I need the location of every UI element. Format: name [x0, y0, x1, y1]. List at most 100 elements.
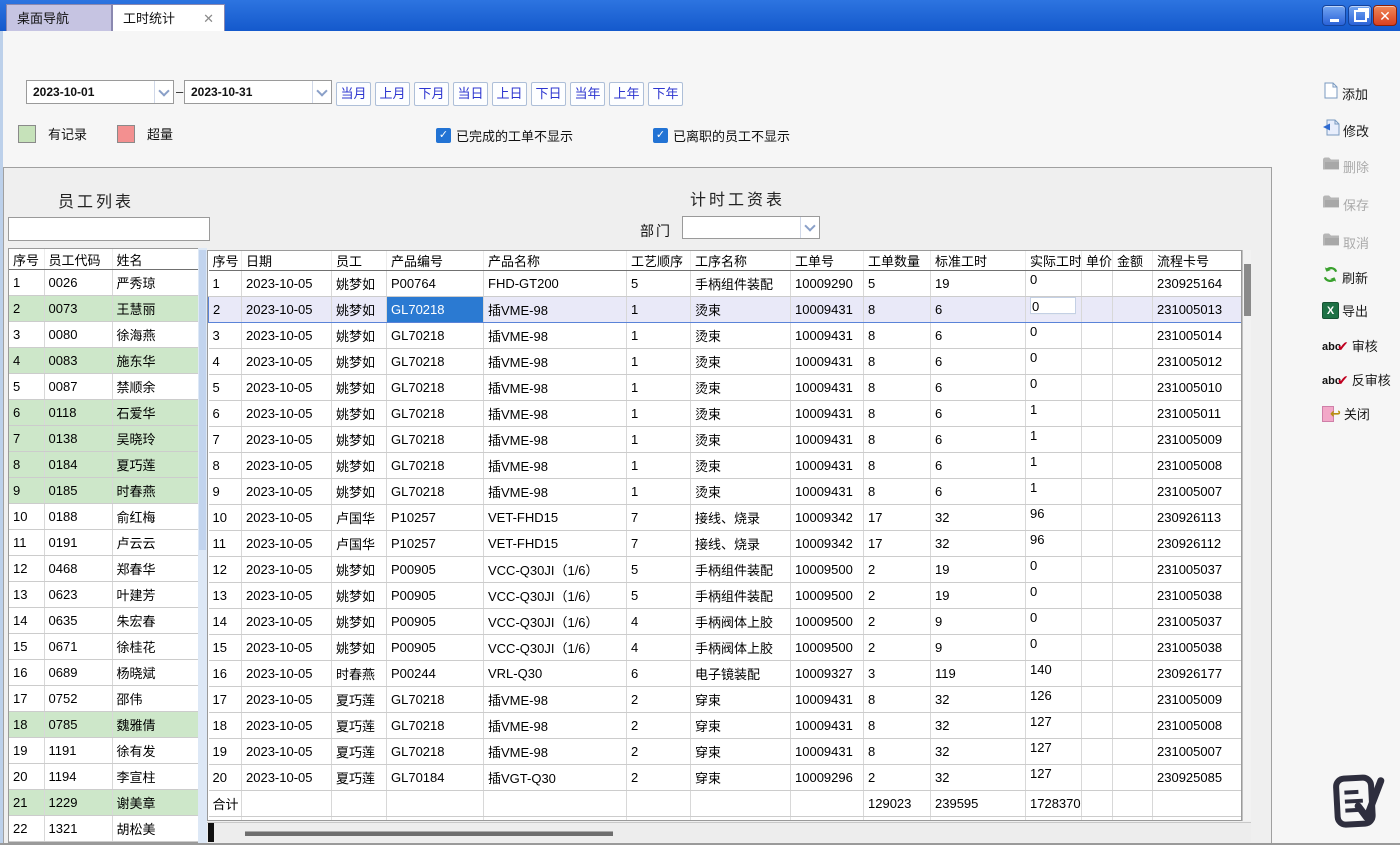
employee-row[interactable]: 170752邵伟 — [9, 686, 199, 712]
employee-row[interactable]: 140635朱宏春 — [9, 608, 199, 634]
tab-close-icon[interactable]: ✕ — [203, 5, 214, 32]
column-header-name[interactable]: 姓名 — [112, 249, 199, 270]
cell-unit-price[interactable] — [1082, 557, 1113, 583]
cell-process-order[interactable]: 1 — [627, 479, 691, 505]
cell-no[interactable]: 9 — [209, 479, 242, 505]
cell-unit-price[interactable] — [1082, 531, 1113, 557]
quick-range-button[interactable]: 上月 — [375, 82, 410, 106]
cell-process-name[interactable]: 烫束 — [691, 375, 791, 401]
cell-product-name[interactable]: 插VGT-Q30 — [484, 765, 627, 791]
cell-amount[interactable] — [1113, 635, 1153, 661]
cell-code[interactable]: 0635 — [44, 608, 112, 634]
wage-row[interactable]: 202023-10-05夏巧莲GL70184插VGT-Q302穿束1000929… — [209, 765, 1243, 791]
cell-amount[interactable] — [1113, 505, 1153, 531]
cell-employee[interactable]: 姚梦如 — [332, 427, 387, 453]
cell-std-hours[interactable]: 6 — [931, 479, 1026, 505]
cell-order-no[interactable]: 10009431 — [791, 401, 864, 427]
cell-order-no[interactable]: 10009431 — [791, 349, 864, 375]
column-header-employee[interactable]: 员工 — [332, 251, 387, 271]
cell-flow-card-no[interactable]: 230926113 — [1153, 505, 1243, 531]
cell-amount[interactable] — [1113, 271, 1153, 297]
cell-product-name[interactable]: VCC-Q30JI（1/6） — [484, 557, 627, 583]
employee-scrollbar[interactable] — [198, 248, 207, 843]
cell-name[interactable]: 胡松美 — [112, 816, 199, 842]
cell-order-qty[interactable]: 8 — [864, 375, 931, 401]
cell-no[interactable]: 13 — [209, 583, 242, 609]
cell-no[interactable]: 16 — [9, 660, 44, 686]
cell-order-no[interactable]: 10009431 — [791, 375, 864, 401]
cell-order-qty[interactable]: 8 — [864, 401, 931, 427]
cell-no[interactable]: 16 — [209, 661, 242, 687]
cell-name[interactable]: 时春燕 — [112, 478, 199, 504]
cell-code[interactable]: 0689 — [44, 660, 112, 686]
cell-no[interactable]: 2 — [209, 297, 242, 323]
cell-std-hours[interactable]: 6 — [931, 453, 1026, 479]
cell-product-name[interactable]: 插VME-98 — [484, 401, 627, 427]
cell-code[interactable]: 0785 — [44, 712, 112, 738]
cell-no[interactable]: 14 — [209, 609, 242, 635]
cell-employee[interactable]: 姚梦如 — [332, 479, 387, 505]
date-to-combobox[interactable]: 2023-10-31 — [184, 80, 332, 104]
cell-no[interactable]: 15 — [209, 635, 242, 661]
cell-unit-price[interactable] — [1082, 479, 1113, 505]
quick-range-button[interactable]: 当月 — [336, 82, 371, 106]
cell-process-name[interactable]: 穿束 — [691, 739, 791, 765]
cell-date[interactable]: 2023-10-05 — [242, 609, 332, 635]
cell-process-order[interactable]: 5 — [627, 583, 691, 609]
column-header-amount[interactable]: 金额 — [1113, 251, 1153, 271]
cell-order-qty[interactable]: 3 — [864, 661, 931, 687]
cell-process-name[interactable]: 电子镜装配 — [691, 661, 791, 687]
cell-no[interactable]: 19 — [209, 739, 242, 765]
cell-product-code[interactable]: GL70218 — [387, 323, 484, 349]
cell-actual-hours[interactable]: 0 — [1026, 297, 1082, 323]
unaudit-button[interactable]: abc✔反审核 — [1322, 370, 1391, 389]
cell-name[interactable]: 杨晓斌 — [112, 660, 199, 686]
employee-row[interactable]: 70138吴晓玲 — [9, 426, 199, 452]
cell-name[interactable]: 邵伟 — [112, 686, 199, 712]
cell-date[interactable]: 2023-10-05 — [242, 583, 332, 609]
cell-date[interactable]: 2023-10-05 — [242, 297, 332, 323]
cell-no[interactable]: 11 — [9, 530, 44, 556]
cell-order-qty[interactable]: 8 — [864, 349, 931, 375]
cell-name[interactable]: 徐有发 — [112, 738, 199, 764]
quick-range-button[interactable]: 上年 — [609, 82, 644, 106]
cell-employee[interactable]: 夏巧莲 — [332, 765, 387, 791]
cell-std-hours[interactable]: 6 — [931, 323, 1026, 349]
wage-row[interactable]: 42023-10-05姚梦如GL70218插VME-981烫束100094318… — [209, 349, 1243, 375]
employee-row[interactable]: 80184夏巧莲 — [9, 452, 199, 478]
cell-order-no[interactable]: 10009431 — [791, 323, 864, 349]
cell-process-order[interactable]: 5 — [627, 557, 691, 583]
cell-actual-hours[interactable]: 126 — [1026, 687, 1082, 713]
dropdown-button[interactable] — [154, 81, 173, 103]
cell-employee[interactable]: 姚梦如 — [332, 635, 387, 661]
cell-unit-price[interactable] — [1082, 271, 1113, 297]
scrollbar-thumb[interactable] — [199, 250, 206, 550]
wage-row[interactable]: 32023-10-05姚梦如GL70218插VME-981烫束100094318… — [209, 323, 1243, 349]
cell-std-hours[interactable]: 32 — [931, 687, 1026, 713]
cell-unit-price[interactable] — [1082, 401, 1113, 427]
cell-amount[interactable] — [1113, 661, 1153, 687]
cell-process-name[interactable]: 手柄组件装配 — [691, 557, 791, 583]
wage-row[interactable]: 172023-10-05夏巧莲GL70218插VME-982穿束10009431… — [209, 687, 1243, 713]
cell-no[interactable]: 3 — [209, 323, 242, 349]
cell-product-name[interactable]: VCC-Q30JI（1/6） — [484, 635, 627, 661]
cell-order-no[interactable]: 10009296 — [791, 765, 864, 791]
cell-std-hours[interactable]: 19 — [931, 557, 1026, 583]
wage-row[interactable]: 162023-10-05时春燕P00244VRL-Q306电子镜装配100093… — [209, 661, 1243, 687]
wage-row[interactable]: 182023-10-05夏巧莲GL70218插VME-982穿束10009431… — [209, 713, 1243, 739]
employee-row[interactable]: 40083施东华 — [9, 348, 199, 374]
wage-row[interactable]: 192023-10-05夏巧莲GL70218插VME-982穿束10009431… — [209, 739, 1243, 765]
cell-unit-price[interactable] — [1082, 297, 1113, 323]
column-header-product-name[interactable]: 产品名称 — [484, 251, 627, 271]
cell-process-order[interactable]: 4 — [627, 609, 691, 635]
cell-order-no[interactable]: 10009500 — [791, 557, 864, 583]
cell-amount[interactable] — [1113, 297, 1153, 323]
cell-unit-price[interactable] — [1082, 583, 1113, 609]
cell-order-qty[interactable]: 8 — [864, 687, 931, 713]
cell-no[interactable]: 21 — [9, 790, 44, 816]
quick-range-button[interactable]: 当年 — [570, 82, 605, 106]
cell-product-code[interactable]: GL70218 — [387, 401, 484, 427]
column-header-no[interactable]: 序号 — [9, 249, 44, 270]
cell-product-name[interactable]: 插VME-98 — [484, 427, 627, 453]
cell-code[interactable]: 0083 — [44, 348, 112, 374]
